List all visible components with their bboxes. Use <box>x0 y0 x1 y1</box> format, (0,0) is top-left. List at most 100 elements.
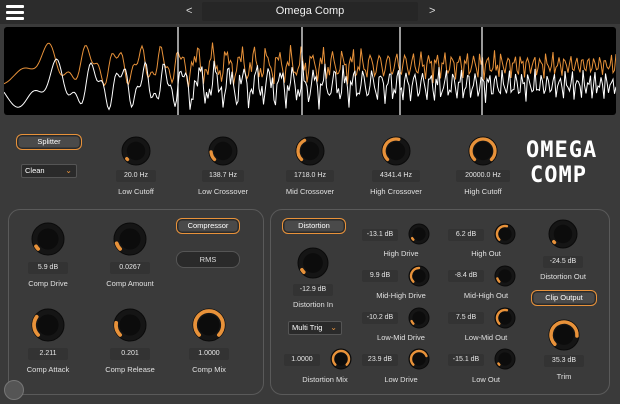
knob-graphic <box>494 348 516 370</box>
low-out-label: Low Out <box>472 375 500 384</box>
next-preset-button[interactable]: > <box>429 5 435 17</box>
low-mid-drive-label: Low-Mid Drive <box>377 333 425 342</box>
comp-amount-knob[interactable] <box>113 222 147 256</box>
comp-drive-value: 5.9 dB <box>28 262 68 274</box>
low-crossover-knob[interactable] <box>208 136 238 166</box>
distortion-mode-value: Multi Trig <box>292 323 323 332</box>
menu-icon[interactable] <box>6 4 24 20</box>
high-out-label: High Out <box>471 249 501 258</box>
knob-graphic <box>113 308 147 342</box>
distortion-mix-label: Distortion Mix <box>302 375 348 384</box>
high-cutoff-value: 20000.0 Hz <box>456 170 510 182</box>
splitter-mode-select[interactable]: Clean ⌄ <box>21 164 77 178</box>
distortion-button[interactable]: Distortion <box>282 218 346 234</box>
waveform-trace <box>4 58 616 111</box>
knob-level-arc <box>125 156 130 162</box>
knob-graphic <box>295 136 325 166</box>
mid-high-drive-knob[interactable] <box>408 265 430 287</box>
trim-value: 35.3 dB <box>544 355 584 367</box>
knob-graphic <box>208 136 238 166</box>
comp-drive-label: Comp Drive <box>28 279 68 288</box>
knob-graphic <box>192 308 226 342</box>
trim-label: Trim <box>556 372 572 381</box>
logo-line-2: COMP <box>530 163 587 188</box>
distortion-out-value: -24.5 dB <box>543 256 583 268</box>
knob-graphic <box>31 222 65 256</box>
preset-name[interactable]: Omega Comp <box>202 2 418 21</box>
low-mid-out-knob[interactable] <box>494 307 516 329</box>
mid-high-out-value: -8.4 dB <box>448 270 484 282</box>
distortion-mix-value: 1.0000 <box>284 354 320 366</box>
top-bar: < Omega Comp > <box>0 0 620 24</box>
knob-graphic <box>121 136 151 166</box>
knob-graphic <box>548 219 578 249</box>
comp-amount-value: 0.0267 <box>110 262 150 274</box>
low-out-value: -15.1 dB <box>448 354 484 366</box>
high-cutoff-knob[interactable] <box>468 136 498 166</box>
comp-release-label: Comp Release <box>105 365 155 374</box>
low-mid-drive-knob[interactable] <box>408 307 430 329</box>
splitter-button[interactable]: Splitter <box>16 134 82 150</box>
low-drive-value: 23.9 dB <box>362 354 398 366</box>
mid-crossover-knob[interactable] <box>295 136 325 166</box>
knob-graphic <box>381 136 411 166</box>
knob-graphic <box>113 222 147 256</box>
distortion-in-label: Distortion In <box>292 300 334 309</box>
knob-graphic <box>330 348 352 370</box>
low-cutoff-label: Low Cutoff <box>118 187 154 196</box>
knob-graphic <box>468 136 498 166</box>
high-crossover-value: 4341.4 Hz <box>372 170 420 182</box>
mid-high-out-knob[interactable] <box>494 265 516 287</box>
prev-preset-button[interactable]: < <box>186 5 192 17</box>
waveform-scope <box>4 27 616 115</box>
high-drive-label: High Drive <box>383 249 419 258</box>
low-cutoff-value: 20.0 Hz <box>116 170 156 182</box>
distortion-in-value: -12.9 dB <box>293 284 333 296</box>
knob-level-arc <box>410 236 415 241</box>
knob-graphic <box>494 307 516 329</box>
mid-high-out-label: Mid-High Out <box>463 291 509 300</box>
comp-release-knob[interactable] <box>113 308 147 342</box>
high-crossover-knob[interactable] <box>381 136 411 166</box>
comp-mix-knob[interactable] <box>192 308 226 342</box>
compressor-button[interactable]: Compressor <box>176 218 240 234</box>
comp-amount-label: Comp Amount <box>106 279 154 288</box>
waveform-display <box>4 27 616 115</box>
knob-graphic <box>297 247 329 279</box>
knob-graphic <box>408 307 430 329</box>
knob-level-arc <box>300 268 306 274</box>
trim-knob[interactable] <box>548 319 580 351</box>
high-crossover-label: High Crossover <box>370 187 422 196</box>
knob-level-arc <box>410 319 415 325</box>
knob-graphic <box>408 265 430 287</box>
high-drive-knob[interactable] <box>408 223 430 245</box>
knob-level-arc <box>552 239 557 245</box>
distortion-mode-select[interactable]: Multi Trig ⌄ <box>288 321 342 335</box>
low-drive-knob[interactable] <box>408 348 430 370</box>
low-crossover-label: Low Crossover <box>197 187 249 196</box>
waveform-trace <box>4 42 616 88</box>
low-crossover-value: 138.7 Hz <box>202 170 244 182</box>
clip-output-button[interactable]: Clip Output <box>531 290 597 306</box>
comp-drive-knob[interactable] <box>31 222 65 256</box>
knob-graphic <box>408 223 430 245</box>
knob-graphic <box>494 265 516 287</box>
low-out-knob[interactable] <box>494 348 516 370</box>
resize-handle-icon[interactable] <box>4 380 24 400</box>
comp-attack-value: 2.211 <box>28 348 68 360</box>
knob-graphic <box>494 223 516 245</box>
rms-button[interactable]: RMS <box>176 251 240 268</box>
comp-attack-label: Comp Attack <box>26 365 70 374</box>
splitter-mode-value: Clean <box>25 166 45 175</box>
distortion-in-knob[interactable] <box>297 247 329 279</box>
low-cutoff-knob[interactable] <box>121 136 151 166</box>
distortion-out-label: Distortion Out <box>540 272 586 281</box>
logo-line-1: OMEGA <box>526 138 598 163</box>
low-mid-out-label: Low-Mid Out <box>464 333 508 342</box>
comp-attack-knob[interactable] <box>31 308 65 342</box>
distortion-out-knob[interactable] <box>548 219 578 249</box>
low-drive-label: Low Drive <box>384 375 418 384</box>
high-out-knob[interactable] <box>494 223 516 245</box>
high-drive-value: -13.1 dB <box>362 229 398 241</box>
distortion-mix-knob[interactable] <box>330 348 352 370</box>
